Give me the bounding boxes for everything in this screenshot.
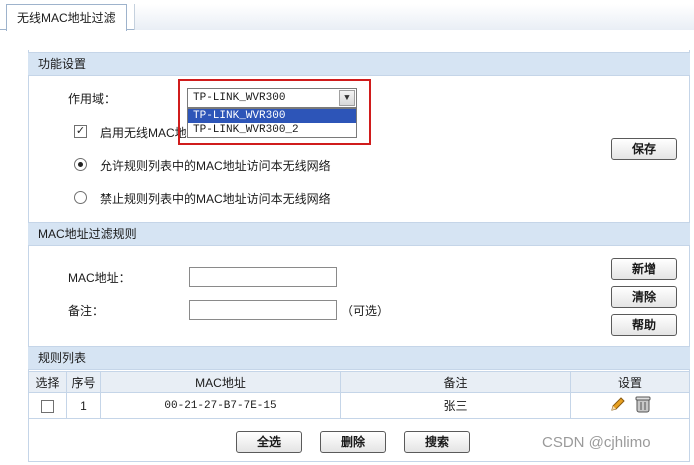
tab-wireless-mac-filter[interactable]: 无线MAC地址过滤	[6, 4, 127, 31]
delete-button[interactable]: 删除	[320, 431, 386, 453]
rules-table: 选择 序号 MAC地址 备注 设置 1 00-21-27-B7-7E-15 张三	[28, 371, 690, 419]
allow-label: 允许规则列表中的MAC地址访问本无线网络	[100, 159, 331, 173]
table-header-row: 选择 序号 MAC地址 备注 设置	[28, 371, 690, 393]
col-settings: 设置	[570, 371, 690, 393]
add-button[interactable]: 新增	[611, 258, 677, 280]
edit-pencil-icon[interactable]	[609, 395, 627, 416]
table-row: 1 00-21-27-B7-7E-15 张三	[28, 392, 690, 419]
col-select: 选择	[28, 371, 67, 393]
row-select-cell	[28, 392, 67, 419]
deny-label: 禁止规则列表中的MAC地址访问本无线网络	[100, 192, 331, 206]
mac-label: MAC地址：	[68, 271, 131, 285]
row-note: 张三	[340, 392, 571, 419]
section-filter-rules: MAC地址过滤规则	[28, 222, 690, 246]
section-rule-list: 规则列表	[28, 346, 690, 370]
delete-trash-icon[interactable]	[635, 395, 651, 416]
deny-radio[interactable]	[74, 191, 87, 204]
row-mac: 00-21-27-B7-7E-15	[100, 392, 341, 419]
mac-address-input[interactable]	[189, 267, 337, 287]
row-select-checkbox[interactable]	[41, 399, 54, 413]
help-button[interactable]: 帮助	[611, 314, 677, 336]
note-input[interactable]	[189, 300, 337, 320]
optional-hint: （可选）	[341, 304, 390, 318]
tab-bar: 无线MAC地址过滤	[0, 0, 694, 31]
note-label: 备注：	[68, 304, 105, 318]
radio-selected-dot	[78, 162, 83, 167]
save-button[interactable]: 保存	[611, 138, 677, 160]
section-function-settings: 功能设置	[28, 52, 690, 76]
row-settings	[570, 392, 690, 419]
col-note: 备注	[340, 371, 571, 393]
col-index: 序号	[66, 371, 101, 393]
tab-label: 无线MAC地址过滤	[17, 11, 116, 25]
search-button[interactable]: 搜索	[404, 431, 470, 453]
check-icon: ✓	[75, 125, 86, 137]
enable-filter-checkbox[interactable]: ✓	[74, 125, 87, 138]
select-all-button[interactable]: 全选	[236, 431, 302, 453]
col-mac: MAC地址	[100, 371, 341, 393]
row-index: 1	[66, 392, 101, 419]
tab-bar-fill	[134, 4, 694, 30]
highlight-box	[178, 79, 371, 145]
watermark-text: CSDN @cjhlimo	[542, 434, 651, 451]
scope-label: 作用域：	[68, 92, 117, 106]
clear-button[interactable]: 清除	[611, 286, 677, 308]
allow-radio[interactable]	[74, 158, 87, 171]
